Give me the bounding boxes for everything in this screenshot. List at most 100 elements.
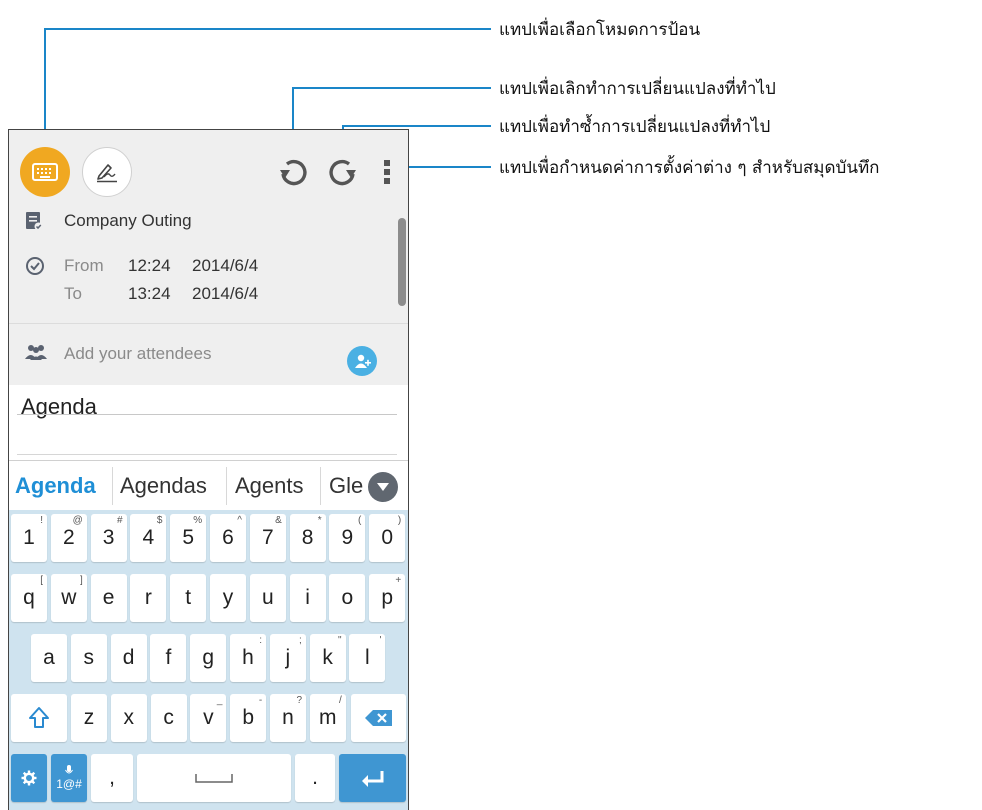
- ruled-line: [17, 414, 397, 415]
- key-t[interactable]: t: [170, 574, 207, 622]
- key-d[interactable]: d: [110, 634, 147, 682]
- note-text[interactable]: Agenda: [21, 394, 97, 420]
- space-icon: [195, 774, 233, 783]
- to-date[interactable]: 2014/6/4: [192, 284, 258, 304]
- comma-key[interactable]: ,: [91, 754, 133, 802]
- handwriting-mode-button[interactable]: [82, 147, 132, 197]
- key-m[interactable]: m /: [309, 694, 346, 742]
- key-label: q: [23, 586, 35, 609]
- key-y[interactable]: y: [210, 574, 246, 622]
- key-2[interactable]: 2 @: [50, 514, 87, 562]
- key-b[interactable]: b-: [230, 694, 267, 742]
- backspace-key[interactable]: [351, 694, 406, 742]
- key-label: g: [202, 646, 215, 669]
- collapse-suggestions-button[interactable]: [368, 472, 398, 502]
- key-secondary-label: :: [259, 635, 262, 646]
- suggestion-item[interactable]: Gle: [329, 461, 363, 511]
- scrollbar[interactable]: [398, 218, 406, 306]
- divider: [320, 467, 321, 505]
- key-g[interactable]: g: [190, 634, 227, 682]
- key-0[interactable]: 0): [369, 514, 406, 562]
- add-attendee-button[interactable]: [347, 346, 377, 376]
- attendees-placeholder[interactable]: Add your attendees: [64, 344, 211, 364]
- key-i[interactable]: i: [289, 574, 326, 622]
- symbols-key[interactable]: 1@#: [51, 754, 87, 802]
- key-f[interactable]: f: [150, 634, 187, 682]
- key-1[interactable]: 1!: [11, 514, 47, 562]
- key-4[interactable]: 4 $: [130, 514, 167, 562]
- key-label: 8: [301, 526, 314, 549]
- key-label: e: [102, 586, 115, 609]
- undo-button[interactable]: [274, 152, 312, 192]
- key-k[interactable]: k ": [309, 634, 346, 682]
- mic-icon: [65, 765, 73, 774]
- shift-icon: [29, 707, 49, 728]
- key-8[interactable]: 8 *: [289, 514, 326, 562]
- key-n[interactable]: n?: [270, 694, 306, 742]
- redo-button[interactable]: [324, 152, 362, 192]
- key-label: r: [144, 586, 152, 609]
- callout-input-mode-text: แทปเพื่อเลือกโหมดการป้อน: [499, 20, 701, 40]
- key-label: l: [365, 646, 370, 669]
- key-q[interactable]: q[: [11, 574, 47, 622]
- space-key[interactable]: [137, 754, 291, 802]
- key-secondary-label: &: [275, 515, 282, 526]
- shift-key[interactable]: [11, 694, 67, 742]
- more-options-button[interactable]: [377, 152, 397, 192]
- key-a[interactable]: a: [31, 634, 67, 682]
- settings-key[interactable]: [11, 754, 47, 802]
- suggestion-item[interactable]: Agenda: [15, 461, 96, 511]
- key-secondary-label: $: [156, 515, 163, 526]
- suggestion-item[interactable]: Agents: [235, 461, 304, 511]
- suggestion-item[interactable]: Agendas: [120, 461, 207, 511]
- key-secondary-label: (: [358, 515, 362, 526]
- key-s[interactable]: s: [70, 634, 107, 682]
- key-e[interactable]: e: [90, 574, 127, 622]
- key-label: z: [83, 706, 95, 729]
- key-h[interactable]: h:: [230, 634, 266, 682]
- key-label: a: [43, 646, 55, 669]
- key-label: t: [185, 586, 192, 609]
- key-o[interactable]: o: [329, 574, 366, 622]
- redo-icon: [329, 159, 356, 186]
- key-z[interactable]: z: [71, 694, 107, 742]
- more-vert-icon: [384, 160, 390, 184]
- key-secondary-label: -: [258, 695, 263, 706]
- key-w[interactable]: w]: [50, 574, 87, 622]
- key-secondary-label: ": [338, 635, 342, 646]
- key-label: 9: [341, 526, 354, 549]
- key-c[interactable]: c: [150, 694, 187, 742]
- callout-redo-text: แทปเพื่อทำซ้ำการเปลี่ยนแปลงที่ทำไป: [499, 117, 771, 137]
- key-7[interactable]: 7 &: [249, 514, 286, 562]
- key-9[interactable]: 9(: [329, 514, 366, 562]
- key-l[interactable]: l ': [349, 634, 386, 682]
- add-person-icon: [355, 354, 371, 368]
- key-r[interactable]: r: [130, 574, 167, 622]
- key-p[interactable]: p +: [369, 574, 406, 622]
- key-j[interactable]: j;: [269, 634, 306, 682]
- key-label: v: [203, 706, 214, 729]
- keyboard-mode-button[interactable]: [20, 147, 70, 197]
- key-3[interactable]: 3 #: [90, 514, 127, 562]
- key-label: .: [312, 766, 318, 789]
- key-u[interactable]: u: [249, 574, 286, 622]
- key-label: 3: [102, 526, 115, 549]
- key-secondary-label: ': [379, 635, 382, 646]
- key-label: m: [319, 706, 337, 729]
- key-v[interactable]: v _: [190, 694, 227, 742]
- key-6[interactable]: 6 ^: [210, 514, 246, 562]
- to-time[interactable]: 13:24: [128, 284, 171, 304]
- period-key[interactable]: .: [295, 754, 335, 802]
- from-time[interactable]: 12:24: [128, 256, 171, 276]
- symbols-label: 1@#: [56, 777, 82, 791]
- key-secondary-label: ?: [296, 695, 302, 706]
- event-title[interactable]: Company Outing: [64, 211, 192, 231]
- key-x[interactable]: x: [110, 694, 147, 742]
- key-5[interactable]: 5%: [170, 514, 207, 562]
- key-label: ,: [109, 766, 115, 789]
- enter-key[interactable]: [339, 754, 406, 802]
- from-date[interactable]: 2014/6/4: [192, 256, 258, 276]
- key-label: w: [61, 586, 77, 609]
- key-secondary-label: [: [40, 575, 43, 586]
- key-secondary-label: *: [317, 515, 322, 526]
